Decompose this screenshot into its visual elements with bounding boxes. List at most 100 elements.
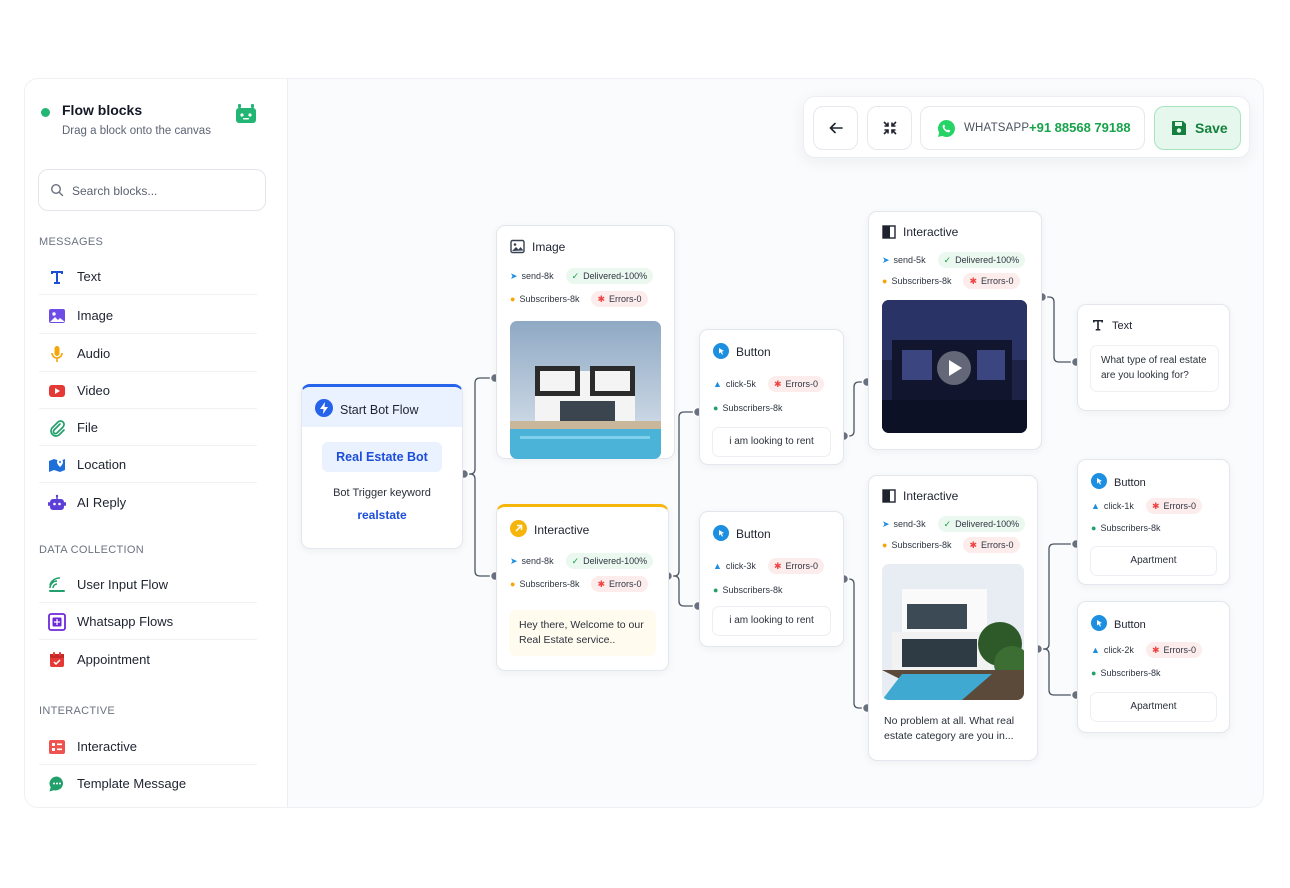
click-stat: ▲ click-1k [1091,498,1140,514]
node-stats-row: ▲ click-5k ✱ Errors-0 [713,376,830,392]
block-item-audio[interactable]: Audio [39,336,257,372]
node-stats-row: ● Subscribers-8k [713,582,794,598]
block-item-label: File [77,420,98,435]
click-stat-value: click-1k [1103,501,1134,511]
collapse-button[interactable] [867,106,912,150]
bug-icon: ✱ [597,579,606,589]
bug-icon: ✱ [969,540,978,550]
video-play-icon [49,385,65,397]
button-node-apartment-1[interactable]: Button ▲ click-1k ✱ Errors-0 ● Subscribers-8… [1077,459,1230,585]
node-title: Interactive [534,523,590,537]
interactive-node-welcome[interactable]: Interactive ➤ send-8k ✓ Delivered-100% ● Sub… [496,504,669,671]
category-message: No problem at all. What real estate cate… [884,715,1015,742]
block-search[interactable] [38,169,266,211]
block-item-ai-reply[interactable]: AI Reply [39,485,257,521]
block-item-template-message[interactable]: Template Message [39,766,257,802]
node-title: Button [1114,619,1146,631]
text-icon [51,271,63,284]
thumbs-up-icon: ▲ [713,561,722,571]
text-format-icon [1093,320,1103,331]
block-item-appointment[interactable]: Appointment [39,642,257,678]
back-button[interactable] [813,106,858,150]
errors-stat-value: Errors-0 [1163,501,1196,511]
node-stats-row: ● Subscribers-8k ✱ Errors-0 [882,537,1026,553]
send-stat-value: send-5k [893,255,926,265]
image-node[interactable]: Image ➤ send-8k ✓ Delivered-100% ● Subscribe… [496,225,675,459]
button-node-rent-2[interactable]: Button ▲ click-3k ✱ Errors-0 ● Subscribers-8… [699,511,844,647]
send-stat: ➤ send-3k [882,516,932,532]
robot-icon [48,494,66,510]
canvas-toolbar: WHATSAPP +91 88568 79188 Save [803,96,1250,158]
errors-stat: ✱ Errors-0 [1145,498,1202,514]
chat-bubble-icon [49,776,64,792]
reply-button[interactable]: i am looking to rent [712,606,831,636]
save-button[interactable]: Save [1154,106,1241,150]
block-item-label: Audio [77,346,111,361]
interactive-node-category[interactable]: Interactive ➤ send-3k ✓ Delivered-100% ● Sub… [868,475,1038,761]
block-item-video[interactable]: Video [39,373,257,409]
subscribers-stat-value: Subscribers-8k [519,294,580,304]
node-stats-row: ➤ send-8k ✓ Delivered-100% [510,553,659,569]
subscribers-stat-value: Subscribers-8k [519,579,580,589]
subscribers-stat-value: Subscribers-8k [891,276,952,286]
block-item-text[interactable]: Text [39,259,257,295]
block-item-label: Interactive [77,739,137,754]
reply-button[interactable]: i am looking to rent [712,427,831,457]
errors-stat: ✱ Errors-0 [767,558,824,574]
user-icon: ● [510,579,516,589]
subscribers-stat: ● Subscribers-8k [713,400,788,416]
button-node-title-row: Button [713,343,771,361]
node-stats-row: ▲ click-3k ✱ Errors-0 [713,558,830,574]
node-stats-row: ● Subscribers-8k [1091,520,1172,536]
link-icon [510,520,527,537]
start-node-title-row: Start Bot Flow [315,399,419,417]
flow-canvas[interactable]: Start Bot Flow Real Estate Bot Bot Trigg… [289,79,1263,807]
whatsapp-number-chip[interactable]: WHATSAPP +91 88568 79188 [920,106,1145,150]
send-stat-value: send-8k [521,556,554,566]
send-icon: ➤ [882,255,890,265]
image-icon [510,239,525,254]
errors-stat-value: Errors-0 [1163,645,1196,655]
interactive-block-icon [882,225,896,239]
search-input[interactable] [72,181,257,201]
interactive-node-title-row: Interactive [510,520,589,538]
bot-icon [236,104,256,123]
errors-stat-value: Errors-0 [981,540,1014,550]
block-item-interactive[interactable]: Interactive [39,729,257,765]
block-item-whatsapp-flows[interactable]: Whatsapp Flows [39,604,257,640]
block-item-location[interactable]: Location [39,447,257,483]
bug-icon: ✱ [597,294,606,304]
sidebar-title: Flow blocks [62,102,143,118]
reply-button[interactable]: Apartment [1090,546,1217,576]
send-icon: ➤ [882,519,890,529]
send-stat: ➤ send-5k [882,252,932,268]
interactive-node-video[interactable]: Interactive ➤ send-5k ✓ Delivered-100% ● Sub… [868,211,1042,450]
node-title: Button [736,527,771,541]
node-title: Button [1114,477,1146,489]
sidebar-subtitle: Drag a block onto the canvas [62,125,211,137]
node-title: Button [736,345,771,359]
user-icon: ● [1091,668,1097,678]
text-node[interactable]: Text What type of real estate are you lo… [1077,304,1230,411]
section-heading-messages: MESSAGES [39,236,104,248]
block-item-image[interactable]: Image [39,298,257,334]
errors-stat: ✱ Errors-0 [591,291,648,307]
start-bot-flow-node[interactable]: Start Bot Flow Real Estate Bot Bot Trigg… [301,384,463,549]
subscribers-stat: ● Subscribers-8k [1091,520,1166,536]
block-item-user-input-flow[interactable]: User Input Flow [39,567,257,603]
node-stats-row: ● Subscribers-8k ✱ Errors-0 [510,576,654,592]
button-node-apartment-2[interactable]: Button ▲ click-2k ✱ Errors-0 ● Subscribers-8… [1077,601,1230,733]
node-stats-row: ▲ click-2k ✱ Errors-0 [1091,642,1208,658]
subscribers-stat: ● Subscribers-8k [713,582,788,598]
button-node-rent-1[interactable]: Button ▲ click-5k ✱ Errors-0 ● Subscribers-8… [699,329,844,465]
text-message: What type of real estate are you looking… [1090,345,1219,392]
errors-stat-value: Errors-0 [785,379,818,389]
node-title: Interactive [903,225,959,239]
trigger-keyword-value: realstate [357,508,407,522]
send-icon: ➤ [510,271,518,281]
click-stat-value: click-3k [725,561,756,571]
block-item-file[interactable]: File [39,410,257,446]
block-item-label: Template Message [77,776,187,791]
reply-button[interactable]: Apartment [1090,692,1217,722]
welcome-message: Hey there, Welcome to our Real Estate se… [509,610,656,657]
